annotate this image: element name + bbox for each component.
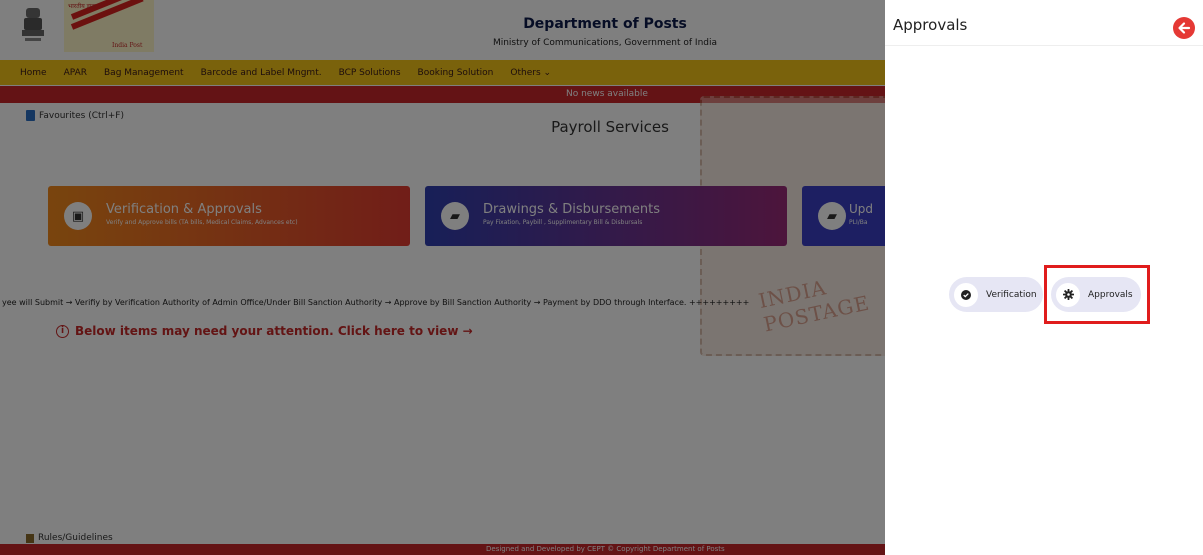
main-nav: Home APAR Bag Management Barcode and Lab… <box>0 60 885 85</box>
rules-label: Rules/Guidelines <box>38 533 113 543</box>
favourites-label: Favourites (Ctrl+F) <box>39 110 124 121</box>
site-footer: Designed and Developed by CEPT © Copyrig… <box>0 544 885 555</box>
book-icon <box>26 533 34 543</box>
panel-title: Approvals <box>893 16 968 34</box>
nav-item-bag-management[interactable]: Bag Management <box>104 68 184 78</box>
document-icon <box>26 110 35 121</box>
page-title: Department of Posts <box>523 16 687 32</box>
card-subtitle: PLI/Ba <box>849 219 868 226</box>
back-button[interactable] <box>1173 17 1195 39</box>
section-title: Payroll Services <box>551 118 669 136</box>
folder-icon: ▰ <box>441 202 469 230</box>
wallet-icon: ▣ <box>64 202 92 230</box>
nav-item-apar[interactable]: APAR <box>64 68 87 78</box>
card-title: Upd <box>849 202 874 216</box>
attention-text: Below items may need your attention. Cli… <box>75 324 473 338</box>
verification-label: Verification <box>986 289 1037 300</box>
footer-text: Designed and Developed by CEPT © Copyrig… <box>486 545 725 553</box>
attention-link[interactable]: i Below items may need your attention. C… <box>56 324 473 338</box>
process-flow-text: yee will Submit → Verifiy by Verificatio… <box>2 298 750 307</box>
logo-text: India Post <box>112 42 143 49</box>
nav-item-others[interactable]: Others ⌄ <box>510 68 551 78</box>
nav-item-barcode[interactable]: Barcode and Label Mngmt. <box>201 68 322 78</box>
nav-item-booking[interactable]: Booking Solution <box>418 68 494 78</box>
gear-icon <box>1056 282 1080 307</box>
nav-item-home[interactable]: Home <box>20 68 47 78</box>
page-subtitle: Ministry of Communications, Government o… <box>492 38 718 48</box>
card-title: Verification & Approvals <box>106 202 262 217</box>
card-subtitle: Pay Fixation, Paybill , Supplimentary Bi… <box>483 219 643 226</box>
arrow-left-icon <box>1178 22 1191 34</box>
verification-button[interactable]: Verification <box>949 277 1043 312</box>
approvals-label: Approvals <box>1088 289 1133 300</box>
drawings-disbursements-card[interactable]: ▰ Drawings & Disbursements Pay Fixation,… <box>425 186 787 246</box>
card-title: Drawings & Disbursements <box>483 202 661 217</box>
chevron-down-icon: ⌄ <box>543 67 552 78</box>
favourites-link[interactable]: Favourites (Ctrl+F) <box>26 110 124 121</box>
verification-approvals-card[interactable]: ▣ Verification & Approvals Verify and Ap… <box>48 186 410 246</box>
background-page: भारतीय डाक India Post Department of Post… <box>0 0 885 555</box>
folder-icon: ▰ <box>818 202 846 230</box>
news-text: No news available <box>566 89 648 99</box>
check-circle-icon <box>954 282 978 307</box>
panel-header: Approvals <box>885 0 1203 46</box>
info-icon: i <box>56 324 69 338</box>
site-header: भारतीय डाक India Post Department of Post… <box>0 0 885 60</box>
logo-hindi-text: भारतीय डाक <box>68 3 96 10</box>
national-emblem-icon <box>22 8 44 41</box>
update-card[interactable]: ▰ Upd PLI/Ba <box>802 186 885 246</box>
nav-item-bcp[interactable]: BCP Solutions <box>339 68 401 78</box>
approvals-side-panel: Approvals Verification Approvals <box>885 0 1203 555</box>
card-subtitle: Verify and Approve bills (TA bills, Medi… <box>106 219 298 226</box>
rules-guidelines-link[interactable]: Rules/Guidelines <box>26 533 113 543</box>
approvals-button[interactable]: Approvals <box>1051 277 1141 312</box>
